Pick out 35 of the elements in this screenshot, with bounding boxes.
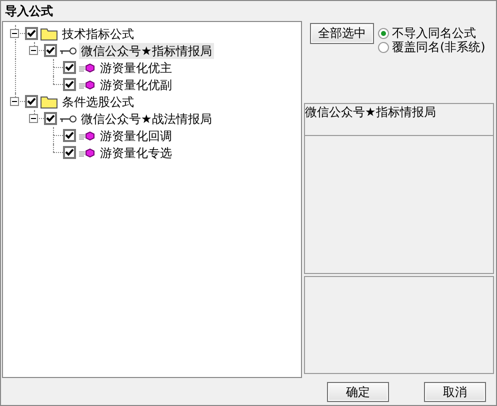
radio-option[interactable]: 不导入同名公式 bbox=[378, 26, 486, 40]
tree-item[interactable]: 条件选股公式 bbox=[60, 94, 136, 110]
checkbox[interactable] bbox=[25, 95, 38, 108]
collapse-icon[interactable] bbox=[10, 29, 19, 38]
checkbox[interactable] bbox=[44, 112, 57, 125]
tree-item[interactable]: 微信公众号★指标情报局 bbox=[79, 42, 214, 58]
collapse-icon[interactable] bbox=[10, 97, 19, 106]
tree-item[interactable]: 游资量化优副 bbox=[98, 76, 174, 92]
checkbox[interactable] bbox=[63, 61, 76, 74]
info-title: 微信公众号★指标情报局 bbox=[305, 105, 436, 119]
tree-item[interactable]: 技术指标公式 bbox=[60, 26, 136, 42]
cancel-button[interactable]: 取消 bbox=[424, 382, 486, 402]
tree-item[interactable]: 游资量化专选 bbox=[98, 144, 174, 160]
gem-icon bbox=[78, 130, 96, 140]
checkbox[interactable] bbox=[63, 78, 76, 91]
checkbox[interactable] bbox=[63, 129, 76, 142]
tree-item[interactable]: 游资量化回调 bbox=[98, 128, 174, 144]
select-all-button[interactable]: 全部选中 bbox=[310, 23, 374, 44]
gem-icon bbox=[78, 148, 96, 158]
gem-icon bbox=[78, 80, 96, 90]
checkbox[interactable] bbox=[63, 146, 76, 159]
ok-button[interactable]: 确定 bbox=[327, 382, 389, 402]
key-icon bbox=[59, 114, 77, 124]
folder-icon bbox=[40, 26, 58, 40]
window-title: 导入公式 bbox=[4, 3, 54, 20]
collapse-icon[interactable] bbox=[29, 46, 38, 55]
tree-item[interactable]: 游资量化优主 bbox=[98, 60, 174, 76]
folder-icon bbox=[40, 94, 58, 108]
checkbox[interactable] bbox=[44, 44, 57, 57]
collapse-icon[interactable] bbox=[29, 114, 38, 123]
tree-item[interactable]: 微信公众号★战法情报局 bbox=[79, 110, 214, 126]
checkbox[interactable] bbox=[25, 27, 38, 40]
radio-option[interactable]: 覆盖同名(非系统) bbox=[378, 40, 486, 54]
gem-icon bbox=[78, 62, 96, 72]
key-icon bbox=[59, 46, 77, 56]
